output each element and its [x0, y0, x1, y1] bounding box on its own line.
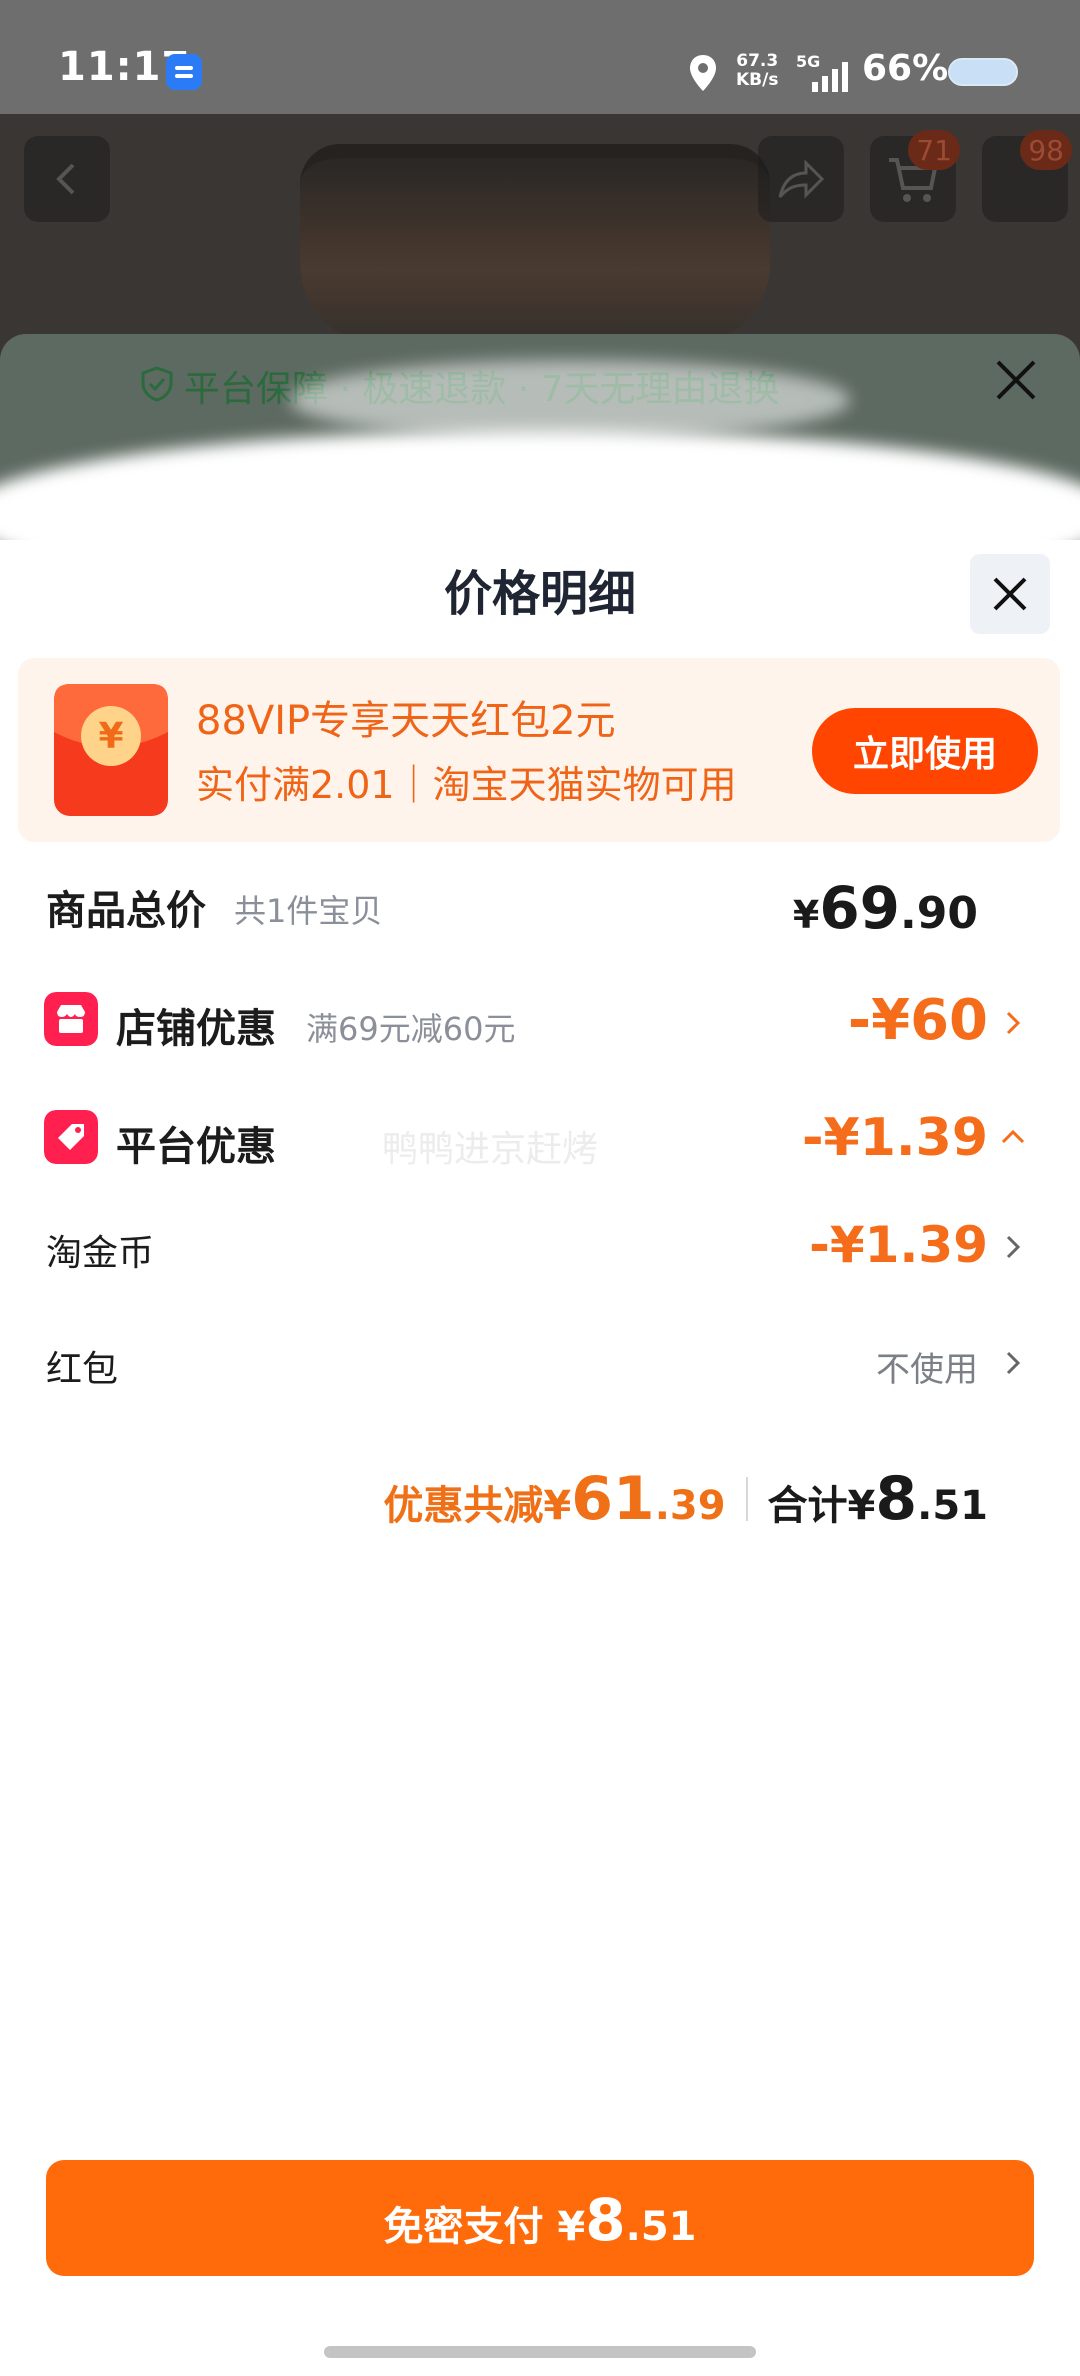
signal-icon [812, 62, 848, 92]
platform-discount-label: 平台优惠 [116, 1124, 276, 1170]
shield-icon [141, 366, 173, 402]
cart-badge: 71 [908, 130, 960, 170]
vip-redpacket-promo: ¥ 88VIP专享天天红包2元 实付满2.01｜淘宝天猫实物可用 立即使用 [18, 658, 1060, 842]
goods-total-row: 商品总价 共1件宝贝 ¥69.90 [0, 874, 1080, 942]
chevron-right-icon [1006, 1351, 1021, 1375]
battery-icon [948, 58, 1018, 86]
back-button[interactable] [24, 136, 110, 222]
taojinbi-row[interactable]: 淘金币 -¥1.39 [0, 1210, 1080, 1280]
platform-discount-amount: -¥1.39 [801, 1108, 988, 1168]
watermark-text: 鸭鸭进京赶烤 [382, 1129, 599, 1170]
message-badge: 98 [1020, 130, 1072, 170]
product-image [300, 144, 770, 344]
status-bar: 11:17 67.3 KB/s 5G 66% [0, 0, 1080, 114]
promo-title: 88VIP专享天天红包2元 [196, 698, 616, 744]
taojinbi-label: 淘金币 [46, 1233, 155, 1274]
back-arrow-icon [56, 163, 75, 195]
notification-app-icon [166, 54, 202, 90]
platform-discount-row[interactable]: 平台优惠 鸭鸭进京赶烤 -¥1.39 [0, 1102, 1080, 1172]
envelope-currency-glyph: ¥ [98, 716, 123, 757]
price-detail-sheet: 价格明细 ¥ 88VIP专享天天红包2元 实付满2.01｜淘宝天猫实物可用 立即… [0, 540, 1080, 2376]
close-icon [993, 577, 1027, 611]
store-icon [44, 992, 98, 1046]
tag-icon [44, 1110, 98, 1164]
red-envelope-icon: ¥ [54, 684, 168, 816]
hongbao-row[interactable]: 红包 不使用 [0, 1326, 1080, 1396]
location-icon [690, 55, 716, 91]
cart-button[interactable]: 71 [870, 130, 960, 222]
home-indicator[interactable] [324, 2346, 756, 2358]
password-free-pay-button[interactable]: 免密支付 ¥8.51 [46, 2160, 1034, 2276]
goods-total-price: ¥69.90 [792, 874, 978, 942]
grand-total: 合计¥8.51 [767, 1464, 988, 1534]
store-discount-label: 店铺优惠 [116, 1006, 276, 1052]
sheet-close-button[interactable] [970, 554, 1050, 634]
chevron-up-icon [1001, 1129, 1025, 1144]
message-button[interactable]: 98 [982, 130, 1072, 222]
discount-total: 优惠共减¥61.39 [383, 1464, 726, 1534]
store-discount-rule: 满69元减60元 [306, 1010, 516, 1048]
hongbao-value: 不使用 [876, 1350, 978, 1390]
goods-total-label: 商品总价 [46, 888, 206, 934]
redaction-smudge [290, 360, 850, 440]
share-icon [778, 159, 825, 199]
use-now-button[interactable]: 立即使用 [812, 708, 1038, 794]
store-discount-amount: -¥60 [847, 988, 988, 1053]
battery-percent: 66% [862, 48, 949, 89]
chevron-right-icon [1006, 1235, 1021, 1259]
price-summary: 优惠共减¥61.39 合计¥8.51 [383, 1464, 988, 1534]
sheet-title: 价格明细 [443, 566, 636, 622]
network-speed: 67.3 KB/s [736, 51, 779, 90]
taojinbi-amount: -¥1.39 [809, 1216, 988, 1274]
banner-close-icon[interactable] [994, 358, 1038, 402]
summary-divider [745, 1477, 748, 1521]
goods-count: 共1件宝贝 [234, 892, 383, 930]
store-discount-row[interactable]: 店铺优惠 满69元减60元 -¥60 [0, 988, 1080, 1058]
promo-subtitle: 实付满2.01｜淘宝天猫实物可用 [196, 763, 737, 807]
hongbao-label: 红包 [46, 1349, 119, 1390]
share-button[interactable] [758, 136, 844, 222]
chevron-right-icon [1006, 1011, 1021, 1035]
